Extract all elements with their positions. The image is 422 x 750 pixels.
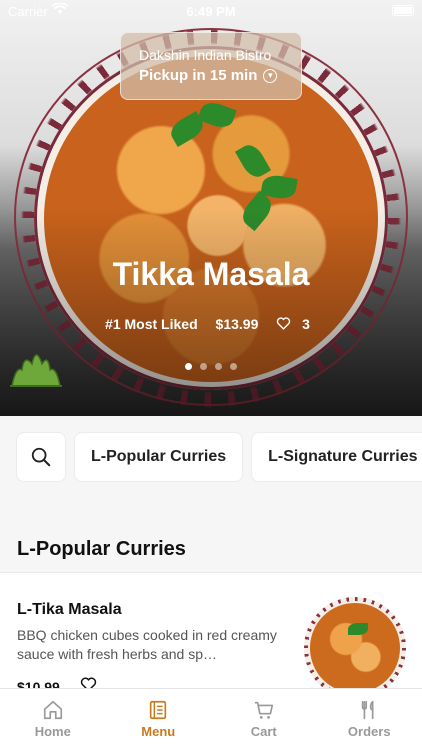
- pickup-time: Pickup in 15 min ▼: [139, 67, 301, 84]
- tab-bar: Home Menu Cart Orders: [0, 688, 422, 750]
- pickup-label: Pickup in 15 min: [139, 67, 258, 84]
- tab-menu[interactable]: Menu: [106, 689, 212, 750]
- tab-orders[interactable]: Orders: [317, 689, 422, 750]
- cart-icon: [254, 701, 273, 719]
- search-icon: [31, 447, 51, 467]
- clock: 6:49 PM: [186, 4, 236, 19]
- category-chip-signature-curries[interactable]: L-Signature Curries: [251, 432, 422, 482]
- heart-icon: [277, 317, 291, 330]
- tab-home[interactable]: Home: [0, 689, 106, 750]
- leaf-logo-icon: [10, 354, 62, 387]
- carousel-dot[interactable]: [230, 363, 237, 370]
- featured-dish-price: $13.99: [215, 316, 259, 332]
- featured-dish-meta: #1 Most Liked $13.99 3: [0, 316, 422, 332]
- chevron-down-icon: ▼: [263, 68, 278, 83]
- likes-count: 3: [302, 316, 310, 332]
- category-chip-popular-curries[interactable]: L-Popular Curries: [74, 432, 244, 482]
- item-description: BBQ chicken cubes cooked in red creamy s…: [17, 627, 277, 662]
- likes: 3: [276, 316, 317, 332]
- store-name: Dakshin Indian Bistro: [139, 47, 272, 63]
- category-bar[interactable]: L-Popular Curries L-Signature Curries: [16, 432, 422, 482]
- carousel-dot[interactable]: [185, 363, 192, 370]
- hero-banner[interactable]: Carrier 6:49 PM Dakshin Indian Bistro Pi…: [0, 0, 422, 416]
- menu-item-card[interactable]: L-Tika Masala BBQ chicken cubes cooked i…: [0, 572, 422, 702]
- featured-dish-title: Tikka Masala: [112, 256, 310, 292]
- tab-label: Home: [34, 724, 71, 739]
- tab-label: Cart: [250, 724, 277, 739]
- battery-icon: [392, 5, 414, 16]
- tab-cart[interactable]: Cart: [211, 689, 317, 750]
- menu-icon: [150, 700, 167, 720]
- tab-label: Orders: [347, 724, 391, 739]
- section-title: L-Popular Curries: [17, 538, 186, 560]
- item-food-image: [308, 601, 402, 695]
- herb-garnish: [348, 623, 368, 635]
- carousel-dot[interactable]: [215, 363, 222, 370]
- orders-icon: [362, 700, 374, 720]
- search-button[interactable]: [16, 432, 66, 482]
- status-bar: Carrier 6:49 PM: [0, 0, 422, 22]
- carousel-dot[interactable]: [200, 363, 207, 370]
- popularity-badge: #1 Most Liked: [105, 316, 198, 332]
- item-name: L-Tika Masala: [17, 601, 122, 618]
- home-icon: [43, 700, 62, 720]
- store-selector[interactable]: Dakshin Indian Bistro Pickup in 15 min ▼: [120, 32, 302, 100]
- item-image: [304, 597, 406, 699]
- tab-label: Menu: [141, 724, 176, 739]
